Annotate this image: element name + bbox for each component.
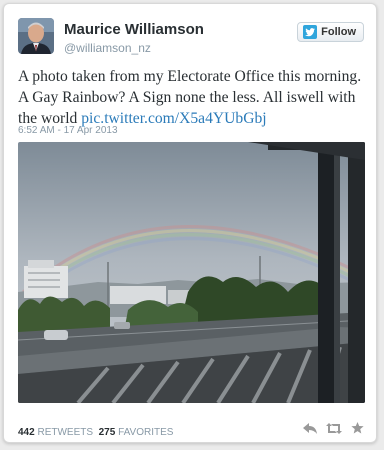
tweet-stats: 442 RETWEETS 275 FAVORITES xyxy=(18,427,173,438)
tweet-photo[interactable] xyxy=(18,142,365,403)
favorites-count[interactable]: 275 xyxy=(99,427,116,438)
user-name[interactable]: Maurice Williamson xyxy=(64,21,204,38)
tweet-timestamp[interactable]: 6:52 AM - 17 Apr 2013 xyxy=(18,125,118,136)
retweets-count[interactable]: 442 xyxy=(18,427,35,438)
reply-icon[interactable] xyxy=(303,422,317,434)
retweets-label[interactable]: RETWEETS xyxy=(37,427,93,438)
tweet-actions xyxy=(303,422,364,434)
tweet-card: Maurice Williamson @williamson_nz Follow… xyxy=(3,3,377,443)
user-handle[interactable]: @williamson_nz xyxy=(64,41,151,55)
avatar[interactable] xyxy=(18,18,54,54)
favorites-label[interactable]: FAVORITES xyxy=(118,427,173,438)
twitter-bird-icon xyxy=(303,25,318,39)
star-icon[interactable] xyxy=(351,422,364,434)
tweet-text: A photo taken from my Electorate Office … xyxy=(18,66,368,129)
follow-label: Follow xyxy=(321,26,356,38)
retweet-icon[interactable] xyxy=(326,422,342,434)
follow-button[interactable]: Follow xyxy=(297,22,364,42)
